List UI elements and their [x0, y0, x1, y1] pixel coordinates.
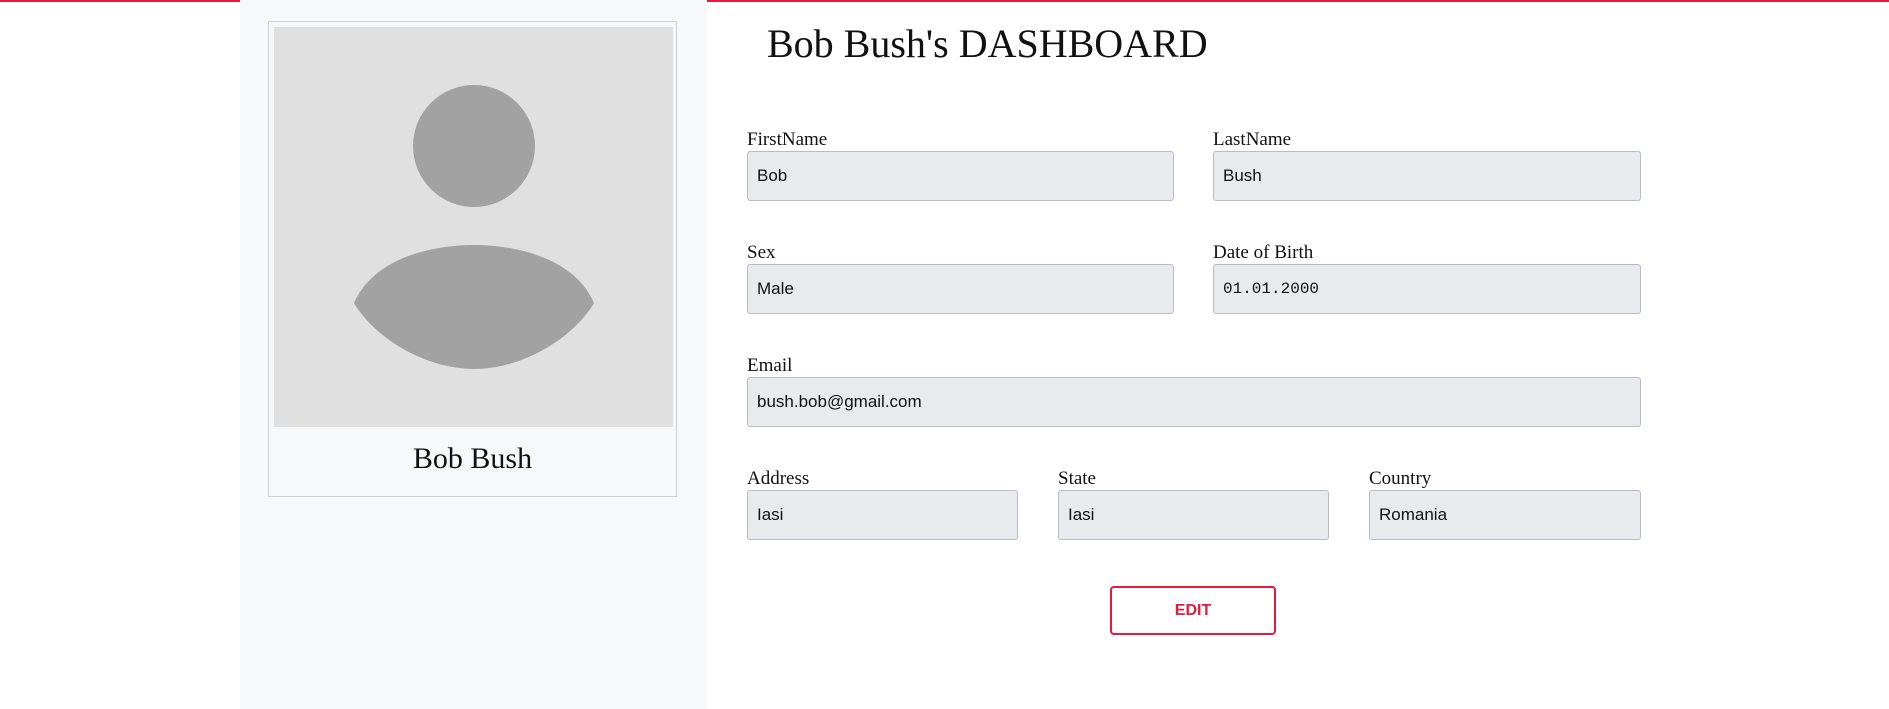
state-group: State — [1058, 468, 1329, 540]
last-name-label: LastName — [1213, 129, 1292, 150]
email-group: Email — [747, 355, 1641, 427]
first-name-input[interactable] — [747, 151, 1174, 201]
dob-group: Date of Birth — [1213, 242, 1641, 314]
dob-label: Date of Birth — [1213, 242, 1314, 263]
edit-button[interactable]: EDIT — [1110, 586, 1276, 635]
first-name-group: FirstName — [747, 129, 1174, 201]
profile-sidebar: Bob Bush — [240, 0, 707, 709]
address-group: Address — [747, 468, 1018, 540]
state-label: State — [1058, 468, 1096, 489]
dob-input[interactable] — [1213, 264, 1641, 314]
first-name-label: FirstName — [747, 129, 828, 150]
dashboard-main: Bob Bush's DASHBOARD FirstName LastName … — [707, 0, 1889, 709]
page-title: Bob Bush's DASHBOARD — [767, 21, 1208, 66]
country-group: Country — [1369, 468, 1641, 540]
country-label: Country — [1369, 468, 1432, 489]
sex-input[interactable] — [747, 264, 1174, 314]
email-input[interactable] — [747, 377, 1641, 427]
sex-group: Sex — [747, 242, 1174, 314]
last-name-input[interactable] — [1213, 151, 1641, 201]
country-input[interactable] — [1369, 490, 1641, 540]
avatar — [274, 27, 673, 427]
last-name-group: LastName — [1213, 129, 1641, 201]
address-label: Address — [747, 468, 810, 489]
state-input[interactable] — [1058, 490, 1329, 540]
email-label: Email — [747, 355, 793, 376]
profile-name: Bob Bush — [412, 442, 533, 475]
profile-card: Bob Bush — [268, 21, 677, 497]
user-placeholder-icon — [354, 85, 594, 369]
sex-label: Sex — [747, 242, 776, 263]
address-input[interactable] — [747, 490, 1018, 540]
